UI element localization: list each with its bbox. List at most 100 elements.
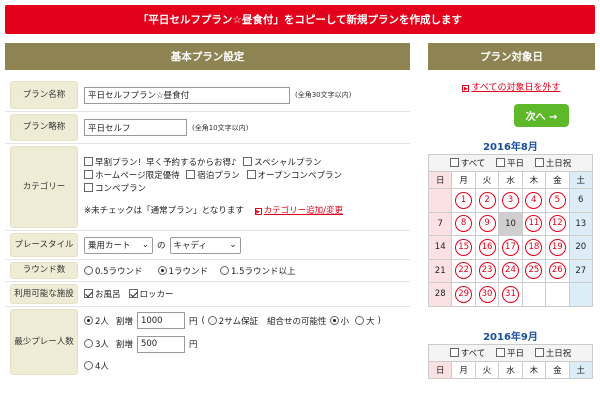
checkbox[interactable]: [84, 289, 93, 298]
radio[interactable]: [329, 315, 339, 325]
surcharge-3-input[interactable]: 500: [136, 335, 185, 353]
calendar-day[interactable]: 11: [521, 211, 547, 236]
category-option-early[interactable]: 早割プラン！早く予約するからお得♪: [84, 156, 236, 168]
combo-small[interactable]: 小: [329, 315, 349, 327]
cart-select[interactable]: 乗用カート ⌄: [84, 236, 153, 254]
checkbox[interactable]: [246, 169, 256, 179]
min-players-3[interactable]: 3人: [84, 338, 109, 350]
calendar-day[interactable]: 22: [451, 258, 476, 283]
checkbox[interactable]: [449, 158, 459, 167]
surcharge-2-input[interactable]: 1000: [136, 312, 185, 330]
calendar-day[interactable]: 2: [474, 188, 500, 213]
category-option-special[interactable]: スペシャルプラン: [243, 156, 322, 168]
calendar-day[interactable]: 1: [451, 188, 476, 213]
remove-all-dates-link[interactable]: ▶ すべての対象日を外す: [428, 80, 595, 93]
radio[interactable]: [84, 265, 93, 275]
weekday-header: 日: [427, 361, 453, 379]
radio[interactable]: [207, 315, 217, 325]
checkbox[interactable]: [243, 156, 253, 166]
plan-short-input[interactable]: 平日セルフ: [84, 119, 187, 136]
round-option-more[interactable]: 1.5ラウンド以上: [219, 265, 295, 277]
day-number: 19: [548, 238, 566, 256]
category-option-open-compe[interactable]: オープンコンペプラン: [246, 169, 342, 181]
calendar-day[interactable]: 3: [498, 188, 523, 213]
radio[interactable]: [84, 315, 93, 325]
check-all[interactable]: すべて: [449, 348, 485, 359]
round-option-one[interactable]: 1ラウンド: [157, 265, 208, 277]
calendar-day[interactable]: 19: [545, 235, 570, 260]
facility-bath[interactable]: お風呂: [84, 288, 121, 300]
radio[interactable]: [157, 265, 167, 275]
calendar-day[interactable]: 24: [498, 258, 523, 283]
calendar-september-title: 2016年9月: [483, 332, 538, 343]
calendar-day[interactable]: 5: [545, 188, 570, 213]
calendar-day[interactable]: 15: [451, 235, 476, 260]
caddie-select[interactable]: キャディ ⌄: [169, 236, 241, 254]
calendar-day[interactable]: 29: [451, 282, 476, 307]
checkbox[interactable]: [496, 348, 506, 357]
calendar-day[interactable]: 27: [568, 258, 594, 283]
two-some-guarantee[interactable]: 2サム保証: [207, 315, 258, 327]
calendar-day[interactable]: 18: [521, 235, 547, 260]
radio[interactable]: [219, 265, 229, 275]
day-number: 14: [434, 242, 446, 253]
facilities-label: 利用可能な施設: [10, 284, 78, 304]
calendar-day[interactable]: 13: [568, 211, 594, 236]
checkbox[interactable]: [496, 158, 506, 167]
day-number: 17: [501, 238, 519, 256]
category-option-compe[interactable]: コンペプラン: [84, 182, 146, 194]
calendar-day[interactable]: 9: [474, 211, 500, 236]
surcharge-2-unit: 円: [188, 316, 198, 327]
calendar-day[interactable]: 6: [568, 188, 594, 213]
surcharge-3-label: 割増: [115, 340, 133, 351]
calendar-day[interactable]: 10: [498, 211, 523, 236]
day-number: 28: [434, 289, 446, 300]
calendar-day[interactable]: 8: [451, 211, 476, 236]
radio[interactable]: [84, 360, 93, 370]
paren-open: (: [201, 315, 205, 326]
checkbox[interactable]: [534, 348, 544, 357]
min-players-4[interactable]: 4人: [84, 360, 109, 372]
next-button[interactable]: 次へ →: [514, 104, 569, 127]
checkbox[interactable]: [186, 169, 196, 179]
calendar-day[interactable]: 28: [427, 282, 453, 307]
checkbox[interactable]: [84, 169, 93, 179]
checkbox[interactable]: [84, 156, 93, 166]
calendar-day[interactable]: 17: [498, 235, 523, 260]
radio[interactable]: [84, 339, 93, 349]
day-number: 7: [437, 218, 443, 229]
category-option-hp-limited[interactable]: ホームページ限定優待: [84, 169, 180, 181]
calendar-day[interactable]: 30: [474, 282, 500, 307]
category-option-stay[interactable]: 宿泊プラン: [186, 169, 240, 181]
calendar-day[interactable]: 31: [498, 282, 523, 307]
day-number: 1: [455, 191, 473, 209]
calendar-day[interactable]: 20: [568, 235, 594, 260]
day-number: 22: [455, 262, 473, 280]
calendar-day[interactable]: 14: [427, 235, 453, 260]
calendar-day[interactable]: 26: [545, 258, 570, 283]
checkbox[interactable]: [449, 348, 459, 357]
day-number: 27: [575, 265, 587, 276]
radio[interactable]: [355, 315, 365, 325]
round-option-half[interactable]: 0.5ラウンド: [84, 265, 143, 277]
calendar-day[interactable]: 4: [521, 188, 547, 213]
category-edit-link[interactable]: ▶ カテゴリー追加/変更: [254, 206, 343, 216]
min-players-2[interactable]: 2人: [84, 315, 109, 327]
check-all[interactable]: すべて: [449, 158, 485, 169]
check-weekdays[interactable]: 平日: [496, 348, 524, 359]
facility-locker[interactable]: ロッカー: [128, 288, 174, 300]
calendar-day[interactable]: 12: [545, 211, 570, 236]
checkbox[interactable]: [128, 289, 138, 298]
calendar-day[interactable]: 7: [427, 211, 453, 236]
checkbox[interactable]: [84, 182, 93, 192]
combo-big[interactable]: 大: [355, 315, 375, 327]
calendar-day[interactable]: 23: [474, 258, 500, 283]
checkbox[interactable]: [534, 158, 544, 167]
check-weekends[interactable]: 土日祝: [534, 348, 571, 359]
calendar-day[interactable]: 21: [427, 258, 453, 283]
calendar-day[interactable]: 25: [521, 258, 547, 283]
check-weekdays[interactable]: 平日: [496, 158, 524, 169]
plan-name-input[interactable]: 平日セルフプラン☆昼食付: [84, 86, 290, 104]
check-weekends[interactable]: 土日祝: [534, 158, 571, 169]
calendar-day[interactable]: 16: [474, 235, 500, 260]
